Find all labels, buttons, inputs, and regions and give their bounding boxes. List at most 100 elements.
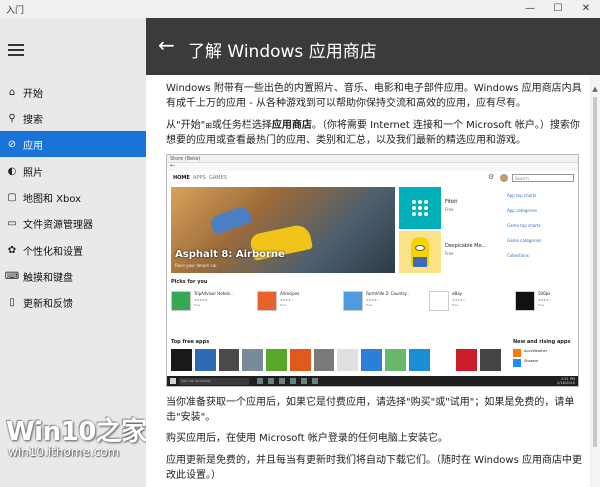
store-link: Game top charts [507,223,541,228]
top-free-app-icon [408,349,430,371]
store-backbar: ← [167,162,578,171]
article-content: Windows 附带有一些出色的内置照片、音乐、电影和电子部件应用。Window… [146,75,590,487]
start-icon [170,378,176,384]
palette-icon: ✿ [7,244,17,256]
pick-price: Free [194,303,201,307]
back-arrow-icon[interactable]: ← [158,34,175,56]
pick-card: Allrecipes ★★★★☆ Free [257,287,315,323]
sidebar-item-7[interactable]: ✿ 个性化和设置 [0,237,146,263]
new-rising-item: AccuWeather [524,349,548,353]
sidebar-item-label: 照片 [23,167,43,179]
pick-card: FarmVille 2: Country... ★★★★☆ Free [343,287,410,323]
store-search-box: Search [512,174,574,182]
page-title: 了解 Windows 应用商店 [188,42,377,62]
sidebar-item-label: 个性化和设置 [23,246,83,258]
top-free-app-icon [171,349,192,371]
sidebar-item-label: 开始 [23,88,43,100]
hamburger-menu-icon[interactable] [8,44,24,56]
sidebar-item-1[interactable]: ⌂ 开始 [0,79,146,105]
scroll-thumb[interactable] [593,97,597,447]
page-header: ← 了解 Windows 应用商店 [146,18,600,75]
store-window-titlebar: Store (Beta) [167,155,578,163]
top-free-app-icon [289,349,311,371]
sidebar-item-4[interactable]: ◐ 照片 [0,158,146,184]
store-taskbar: Ask me anything 1:31 PM 2/16/2015 [167,376,578,386]
pick-rating: ★★★★☆ [366,298,380,302]
store-hero-banner: Asphalt 8: Airborne Race your dream car [171,187,395,273]
sidebar-item-5[interactable]: ▢ 地图和 Xbox [0,184,146,210]
sidebar-item-3[interactable]: ⊘ 应用 [0,131,146,157]
sidebar-item-label: 应用 [23,140,43,152]
content-scrollbar[interactable]: ▲ [590,75,600,487]
photos-icon: ◐ [7,165,17,177]
pick-price: Free [280,303,287,307]
top-free-app-icon [194,349,216,371]
despicable-me-tile-name: Despicable Me... [445,243,487,249]
pick-name: Allrecipes [280,291,300,296]
hero-subtitle: Race your dream car [175,263,217,268]
keyboard-icon: ⌨ [4,270,20,282]
pick-app-icon [429,291,449,311]
instructions-mid: 或任务栏选择 [211,120,272,131]
sidebar-item-label: 搜索 [23,114,43,126]
map-xbox-icon: ▢ [7,191,17,203]
top-free-apps-row [171,349,501,371]
scroll-up-icon[interactable]: ▲ [590,85,600,93]
pick-price: Free [366,303,373,307]
store-avatar [500,174,508,182]
pick-name: eBay [452,291,463,296]
despicable-me-tile-icon [399,231,441,273]
store-link: App top charts [507,193,537,198]
store-link: Game categories [507,238,542,243]
despicable-me-tile-price: Free [445,251,454,256]
store-tab-games: GAMES [209,175,227,181]
windows-logo-icon: ⊞ [205,121,212,130]
apps-icon: ⊘ [7,138,17,150]
store-back-icon: ← [170,162,176,169]
taskbar-search: Ask me anything [179,378,249,385]
close-button[interactable]: ✕ [572,0,600,18]
top-free-app-icon [432,349,454,371]
sidebar-item-9[interactable]: ▯ 更新和反馈 [0,289,146,315]
minimize-button[interactable]: — [516,0,544,18]
taskbar-icons [257,378,318,384]
pick-app-icon [257,291,277,311]
pick-rating: ★★★★☆ [538,298,552,302]
sidebar-item-label: 触摸和键盘 [23,272,73,284]
pick-app-icon [343,291,363,311]
taskbar-clock: 1:31 PM 2/16/2015 [547,377,575,385]
instructions-paragraph: 从"开始"⊞或任务栏选择应用商店。（你将需要 Internet 连接和一个 Mi… [166,118,586,148]
top-free-app-icon [385,349,406,371]
sidebar-item-label: 地图和 Xbox [23,193,82,205]
pick-card: TripAdvisor Hotels... ★★★★★ Free [171,287,234,323]
pick-rating: ★★★★☆ [452,298,466,302]
purchase-paragraph: 购买应用后，在使用 Microsoft 帐户登录的任何电脑上安装它。 [166,433,448,444]
top-free-app-icon [313,349,335,371]
clock-date: 2/16/2015 [557,381,575,385]
store-screenshot: Store (Beta) ← HOME APPS GAMES ⚙ Search … [166,154,579,387]
new-rising-list: AccuWeather Shazam [513,349,578,379]
store-keyword: 应用商店 [271,120,312,131]
accuweather-icon [513,349,521,357]
pick-card: eBay ★★★★☆ Free [429,287,487,323]
updates-paragraph: 应用更新是免费的，并且每当有更新时我们将自动下载它们。（随时在 Windows … [166,455,582,481]
store-gear-icon: ⚙ [488,173,495,181]
new-rising-item: Shazam [524,359,538,363]
sidebar-item-6[interactable]: ▭ 文件资源管理器 [0,210,146,236]
pick-name: FarmVille 2: Country... [366,291,410,296]
watermark-url: win10.ithome.com [8,445,120,459]
maximize-button[interactable]: ☐ [544,0,572,18]
shazam-icon [513,359,521,367]
folder-icon: ▭ [7,217,17,229]
watermark-logo: Win10之家 [6,417,147,447]
sidebar-item-2[interactable]: ⚲ 搜索 [0,105,146,131]
title-bar: 入门 — ☐ ✕ [0,0,600,18]
window-title: 入门 [6,6,25,16]
sidebar-item-8[interactable]: ⌨ 触摸和键盘 [0,263,146,289]
install-paragraph: 当你准备获取一个应用后，如果它是付费应用，请选择"购买"或"试用"；如果是免费的… [166,397,575,423]
top-free-app-icon [242,349,264,371]
store-link-list: App top charts App categories Game top c… [507,193,577,268]
pick-price: Free [538,303,545,307]
pick-app-icon [171,291,191,311]
top-free-app-icon [266,349,287,371]
